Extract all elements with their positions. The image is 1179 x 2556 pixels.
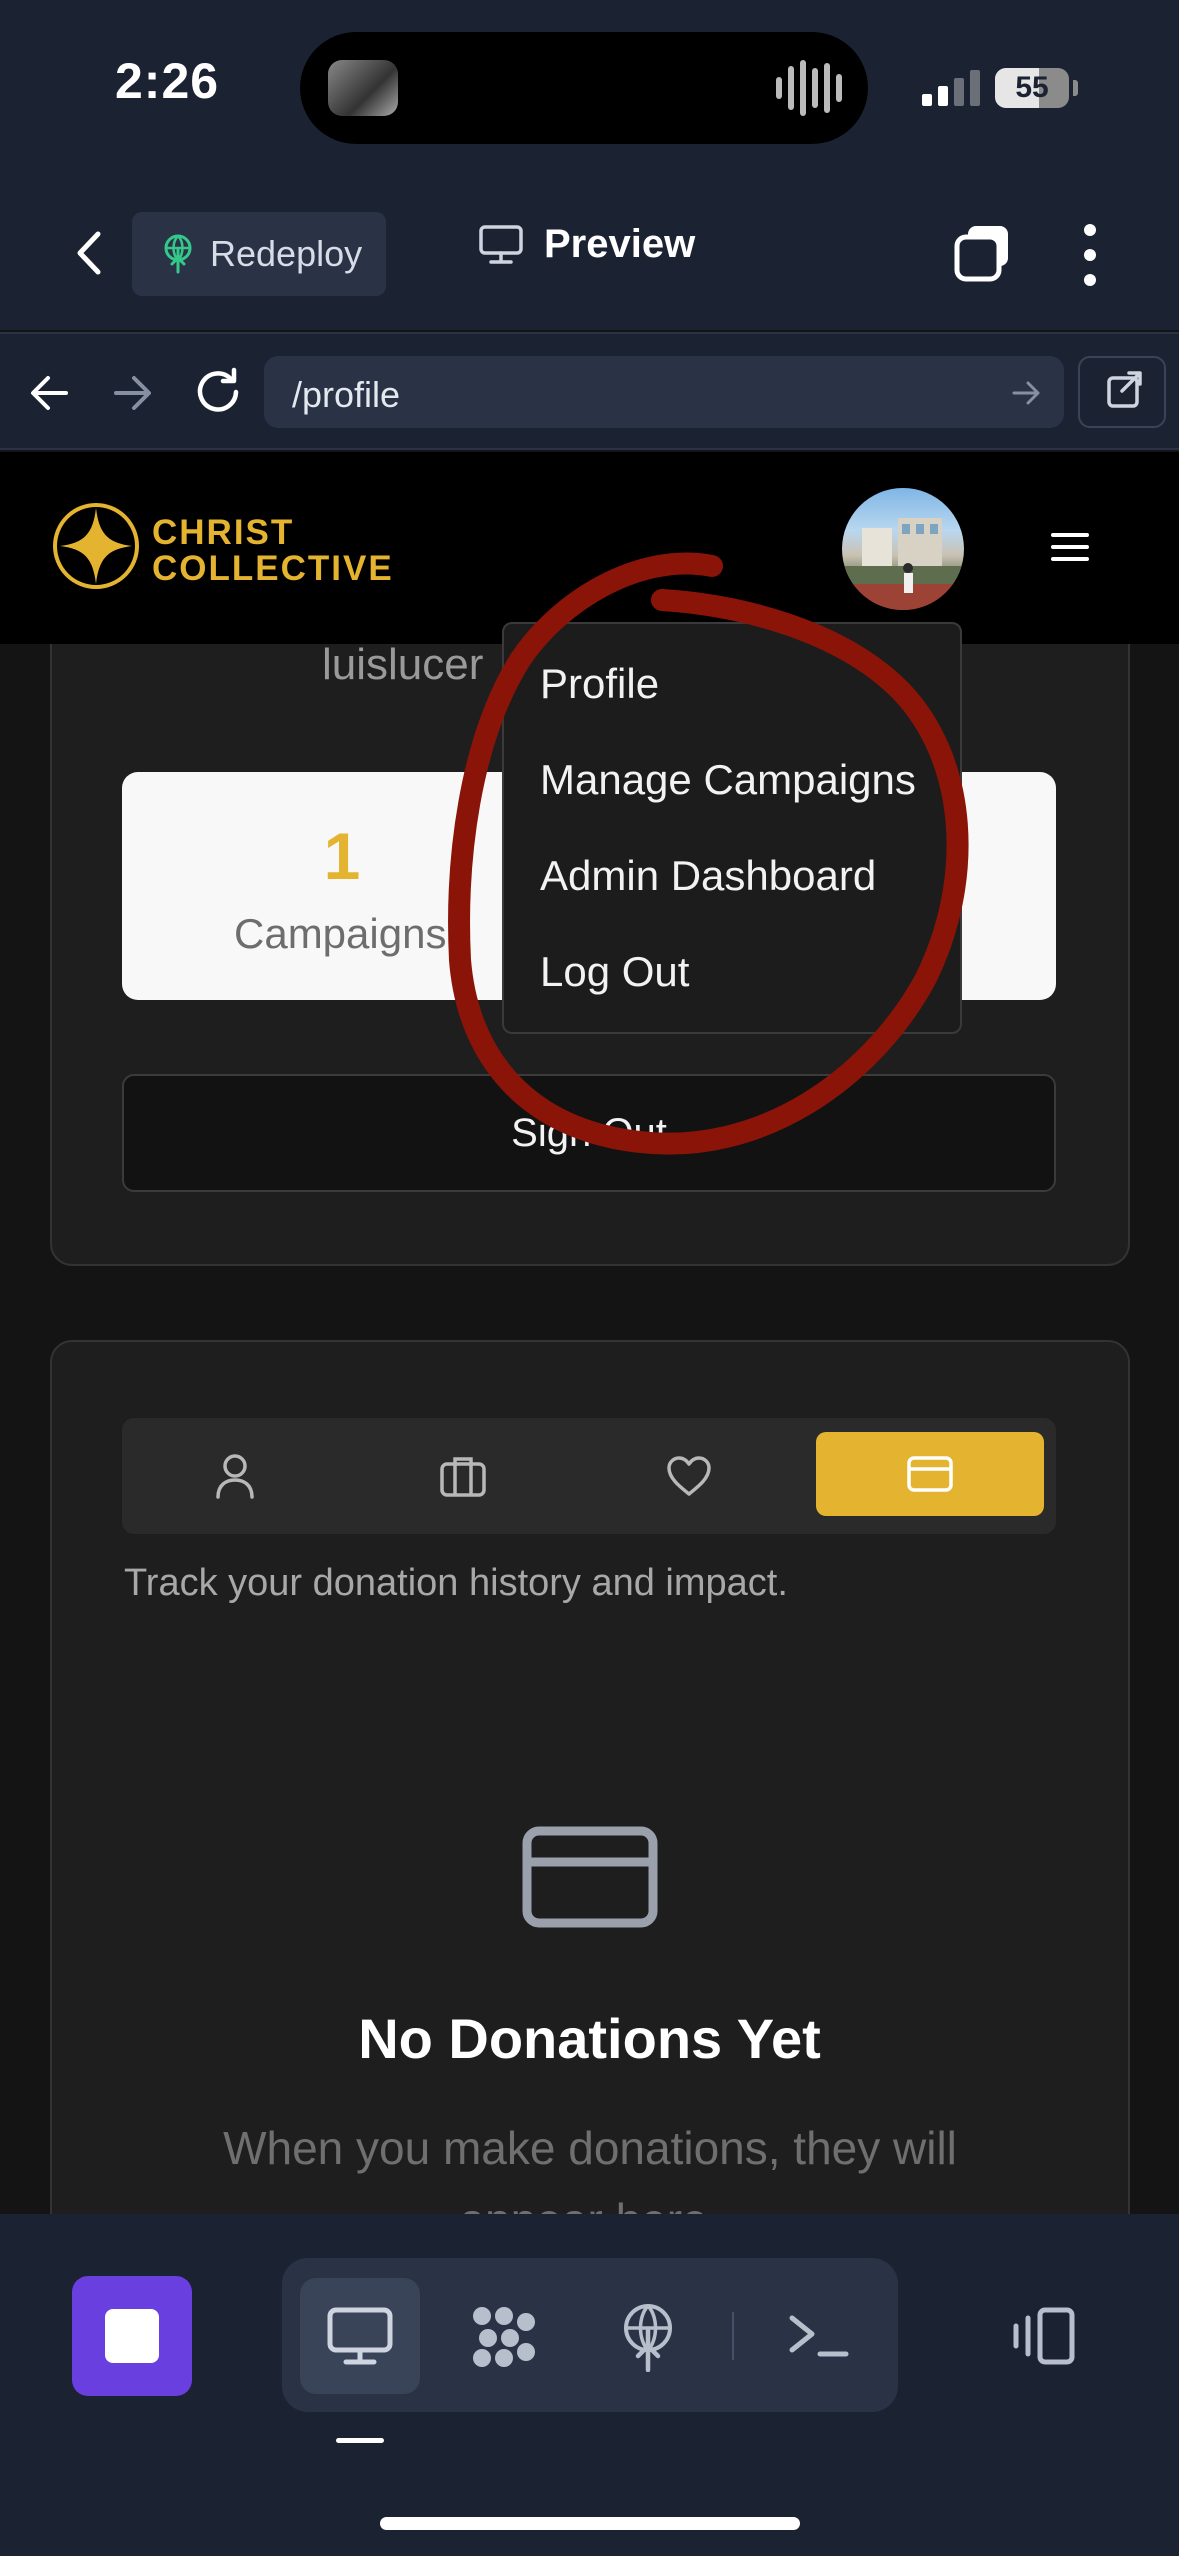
- battery-icon: 55: [995, 68, 1069, 108]
- brand-line-2: COLLECTIVE: [152, 549, 394, 588]
- credit-card-icon: [907, 1456, 953, 1492]
- battery-tip: [1073, 80, 1078, 96]
- menu-item-log-out[interactable]: Log Out: [540, 948, 689, 996]
- menu-item-profile[interactable]: Profile: [540, 660, 659, 708]
- devices-icon[interactable]: [1010, 2306, 1080, 2366]
- sign-out-button[interactable]: Sign Out: [122, 1074, 1056, 1192]
- arrow-right-icon[interactable]: [108, 368, 158, 418]
- avatar-photo: [842, 518, 964, 610]
- mode-divider: [732, 2312, 734, 2360]
- brand-line-1: CHRIST: [152, 513, 295, 552]
- signal-icon: [922, 70, 980, 106]
- tab-profile[interactable]: [122, 1418, 348, 1534]
- star-logo-icon[interactable]: [50, 500, 142, 592]
- hamburger-menu-icon[interactable]: [1050, 530, 1090, 564]
- stat-label: Campaigns: [234, 910, 447, 957]
- open-external-button[interactable]: [1078, 356, 1166, 428]
- empty-credit-card-icon: [522, 1826, 658, 1928]
- tab-donations[interactable]: [816, 1432, 1044, 1516]
- arrow-left-icon[interactable]: [24, 368, 74, 418]
- go-arrow-icon[interactable]: [1010, 376, 1044, 410]
- active-mode-indicator: [336, 2438, 384, 2443]
- back-chevron-icon[interactable]: [66, 228, 116, 278]
- monitor-icon: [479, 224, 523, 264]
- user-icon: [216, 1454, 254, 1499]
- monitor-icon[interactable]: [322, 2300, 398, 2372]
- more-vertical-icon[interactable]: [1078, 222, 1102, 288]
- home-indicator[interactable]: [380, 2517, 800, 2530]
- tabs-icon[interactable]: [952, 222, 1014, 284]
- status-time: 2:26: [115, 53, 220, 109]
- stop-button[interactable]: [72, 2276, 192, 2396]
- stat-value: 1: [323, 819, 361, 893]
- dots-grid-icon[interactable]: [466, 2300, 542, 2372]
- menu-item-admin-dashboard[interactable]: Admin Dashboard: [540, 852, 876, 900]
- audio-wave-icon: [776, 60, 842, 116]
- tab-campaigns[interactable]: [350, 1418, 576, 1534]
- battery-level: 55: [1015, 71, 1049, 104]
- tab-favorites[interactable]: [576, 1418, 802, 1534]
- profile-username: luislucer: [322, 640, 484, 689]
- preview-label: Preview: [544, 222, 696, 266]
- brand-name[interactable]: CHRIST COLLECTIVE: [152, 515, 394, 587]
- menu-item-manage-campaigns[interactable]: Manage Campaigns: [540, 756, 916, 804]
- user-avatar[interactable]: [842, 488, 964, 610]
- deploy-icon[interactable]: [610, 2300, 686, 2372]
- sign-out-label: Sign Out: [511, 1110, 667, 1155]
- briefcase-icon: [440, 1457, 486, 1497]
- redeploy-label: Redeploy: [210, 233, 363, 274]
- reload-icon[interactable]: [190, 364, 246, 420]
- redeploy-button[interactable]: Redeploy: [132, 212, 386, 296]
- terminal-icon[interactable]: [780, 2300, 856, 2372]
- deploy-icon: [164, 234, 192, 274]
- heart-icon: [667, 1456, 711, 1496]
- empty-state-title: No Donations Yet: [358, 2007, 821, 2070]
- tab-description: Track your donation history and impact.: [124, 1562, 788, 1604]
- call-avatar: [328, 60, 398, 116]
- stop-icon: [105, 2309, 159, 2363]
- external-link-icon: [1107, 371, 1142, 408]
- preview-button[interactable]: Preview: [478, 222, 695, 267]
- url-text: /profile: [292, 374, 401, 415]
